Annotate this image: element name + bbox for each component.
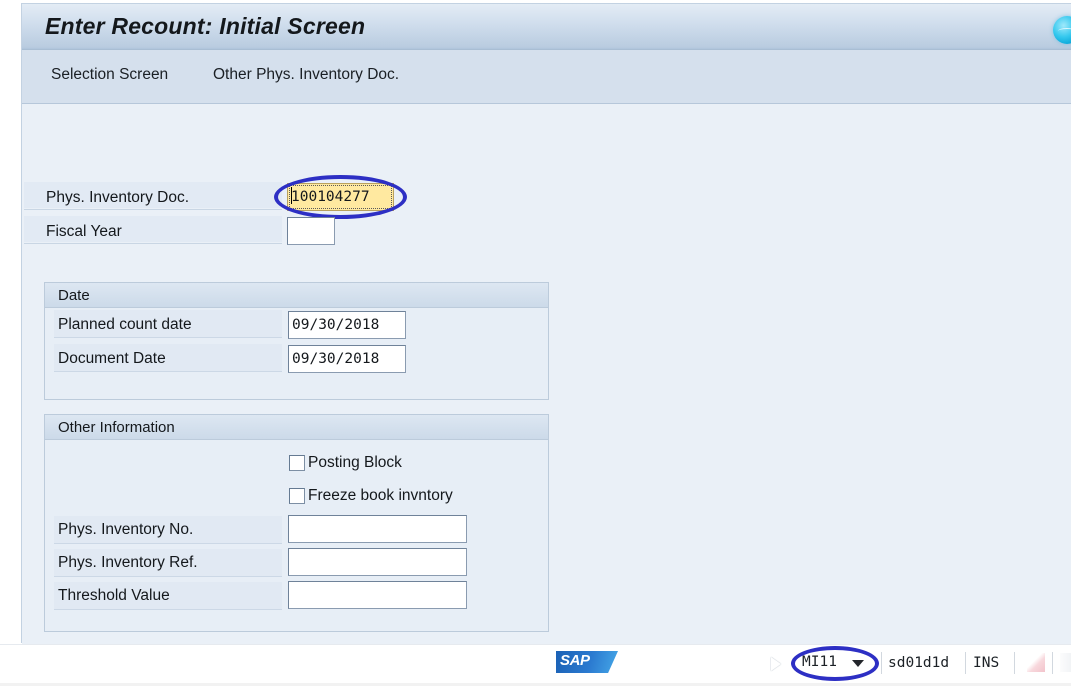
phys-inventory-no-label: Phys. Inventory No. — [58, 521, 194, 538]
phys-inventory-doc-input[interactable]: 100104277 — [287, 183, 394, 211]
planned-count-date-label: Planned count date — [58, 316, 192, 333]
status-system-id: sd01d1d — [888, 655, 950, 671]
transaction-code-field[interactable]: MI11 — [796, 651, 872, 675]
status-resize-grip-icon — [1060, 653, 1071, 672]
transaction-code-value: MI11 — [802, 654, 837, 670]
threshold-value-rule — [54, 609, 282, 610]
phys-inventory-no-input[interactable] — [288, 515, 467, 543]
status-separator-2 — [965, 652, 966, 674]
phys-inventory-ref-rule — [54, 576, 282, 577]
globe-help-icon[interactable] — [1053, 16, 1071, 44]
date-group-box: Date Planned count date 09/30/2018 Docum… — [44, 282, 549, 400]
fiscal-year-input[interactable] — [287, 217, 335, 245]
sap-logo-text: SAP — [560, 652, 590, 669]
status-expand-arrow-icon[interactable] — [771, 657, 781, 671]
document-date-input[interactable]: 09/30/2018 — [288, 345, 406, 373]
freeze-book-inventory-checkbox-box[interactable] — [289, 488, 305, 504]
application-toolbar: Selection Screen Other Phys. Inventory D… — [22, 50, 1071, 104]
date-group-header: Date — [45, 283, 548, 308]
status-indicator-icon — [1027, 653, 1045, 672]
threshold-value-input[interactable] — [288, 581, 467, 609]
other-information-group-title: Other Information — [58, 419, 175, 436]
fiscal-year-rule — [24, 243, 282, 244]
planned-count-date-value: 09/30/2018 — [292, 317, 380, 333]
selection-screen-content: Phys. Inventory Doc. 100104277 Fiscal Ye… — [22, 104, 1071, 644]
phys-inventory-doc-value: 100104277 — [291, 189, 370, 205]
freeze-book-inventory-label: Freeze book invntory — [308, 487, 453, 504]
phys-inventory-ref-input[interactable] — [288, 548, 467, 576]
chevron-down-icon[interactable] — [852, 660, 864, 667]
application-page: Enter Recount: Initial Screen Selection … — [21, 3, 1071, 644]
freeze-book-inventory-checkbox[interactable]: Freeze book invntory — [289, 487, 453, 505]
planned-count-date-input[interactable]: 09/30/2018 — [288, 311, 406, 339]
other-phys-inventory-doc-button[interactable]: Other Phys. Inventory Doc. — [209, 64, 403, 86]
sap-gui-window: Enter Recount: Initial Screen Selection … — [0, 0, 1071, 686]
other-information-group-box: Other Information Posting Block Freeze b… — [44, 414, 549, 632]
phys-inventory-doc-label: Phys. Inventory Doc. — [46, 189, 190, 206]
threshold-value-label: Threshold Value — [58, 587, 170, 604]
status-insert-mode: INS — [973, 655, 1000, 671]
title-bar: Enter Recount: Initial Screen — [22, 4, 1071, 50]
document-date-rule — [54, 371, 282, 372]
phys-inventory-ref-label: Phys. Inventory Ref. — [58, 554, 198, 571]
posting-block-checkbox-box[interactable] — [289, 455, 305, 471]
document-date-value: 09/30/2018 — [292, 351, 380, 367]
posting-block-checkbox[interactable]: Posting Block — [289, 454, 402, 472]
page-title: Enter Recount: Initial Screen — [45, 13, 366, 39]
fiscal-year-label: Fiscal Year — [46, 223, 122, 240]
other-information-group-header: Other Information — [45, 415, 548, 440]
status-separator-4 — [1052, 652, 1053, 674]
status-separator-1 — [881, 652, 882, 674]
document-date-label: Document Date — [58, 350, 166, 367]
planned-count-date-rule — [54, 337, 282, 338]
selection-screen-button[interactable]: Selection Screen — [47, 64, 172, 86]
status-separator-3 — [1014, 652, 1015, 674]
phys-inv-doc-rule — [24, 209, 282, 210]
phys-inventory-no-rule — [54, 543, 282, 544]
posting-block-label: Posting Block — [308, 454, 402, 471]
date-group-title: Date — [58, 287, 90, 304]
